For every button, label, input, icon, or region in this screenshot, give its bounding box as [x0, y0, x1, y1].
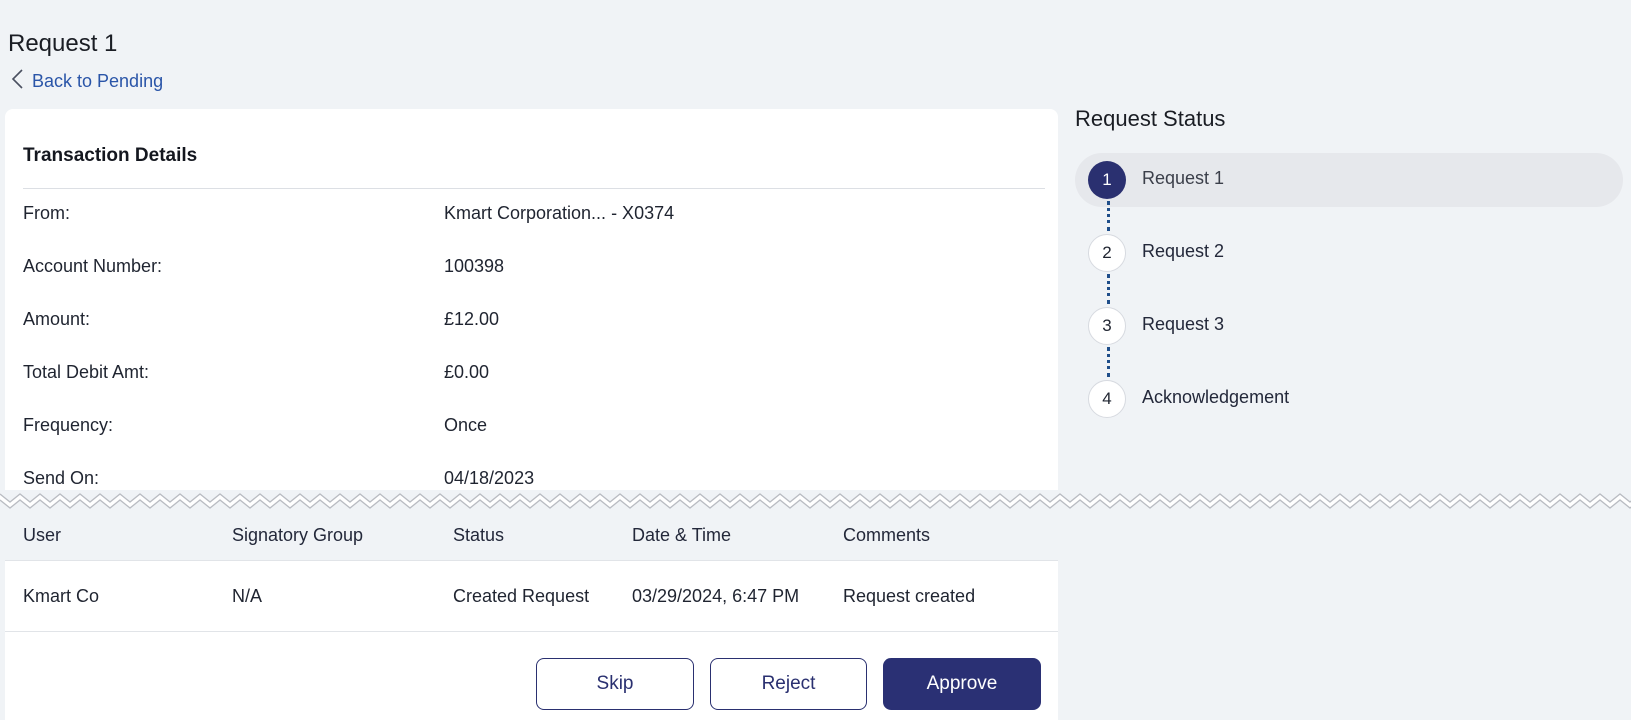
detail-label: Frequency: — [23, 415, 114, 435]
chevron-left-icon — [10, 68, 24, 95]
approve-button[interactable]: Approve — [883, 658, 1041, 710]
status-step-2[interactable]: 2 Request 2 — [1075, 226, 1623, 280]
reject-button[interactable]: Reject — [710, 658, 867, 710]
skip-button[interactable]: Skip — [536, 658, 694, 710]
column-header-comments: Comments — [843, 525, 931, 545]
status-step-1[interactable]: 1 Request 1 — [1075, 153, 1623, 207]
step-number-badge: 3 — [1088, 307, 1126, 345]
detail-label: Amount: — [23, 309, 91, 329]
detail-label: From: — [23, 203, 70, 223]
action-bar: Skip Reject Approve — [5, 632, 1058, 720]
detail-value: Kmart Corporation... - X0374 — [444, 203, 675, 223]
step-label: Request 3 — [1142, 314, 1225, 334]
detail-value: Once — [444, 415, 488, 435]
table-row: Kmart Co N/A Created Request 03/29/2024,… — [5, 561, 1058, 632]
transaction-details-heading: Transaction Details — [23, 145, 198, 166]
divider — [23, 188, 1045, 189]
torn-edge-divider — [0, 490, 1631, 518]
detail-label: Account Number: — [23, 256, 163, 276]
page-title: Request 1 — [8, 30, 118, 57]
detail-label: Total Debit Amt: — [23, 362, 150, 382]
cell-user: Kmart Co — [23, 586, 100, 606]
step-label: Request 2 — [1142, 241, 1225, 261]
detail-value: £0.00 — [444, 362, 490, 382]
detail-label: Send On: — [23, 468, 100, 488]
column-header-user: User — [23, 525, 62, 545]
column-header-date-time: Date & Time — [632, 525, 732, 545]
step-number-badge: 4 — [1088, 380, 1126, 418]
status-step-4[interactable]: 4 Acknowledgement — [1075, 372, 1623, 426]
history-table-header: User Signatory Group Status Date & Time … — [5, 518, 1058, 561]
step-label: Request 1 — [1142, 168, 1225, 188]
cell-date-time: 03/29/2024, 6:47 PM — [632, 586, 800, 606]
column-header-signatory-group: Signatory Group — [232, 525, 364, 545]
request-status-heading: Request Status — [1075, 106, 1226, 131]
back-to-pending-link[interactable]: Back to Pending — [10, 68, 163, 95]
cell-status: Created Request — [453, 586, 590, 606]
detail-value: 100398 — [444, 256, 505, 276]
step-number-badge: 2 — [1088, 234, 1126, 272]
cell-comments: Request created — [843, 586, 976, 606]
request-page: Request 1 Back to Pending Transaction De… — [0, 0, 1631, 720]
detail-value: 04/18/2023 — [444, 468, 535, 488]
back-link-label: Back to Pending — [32, 71, 164, 91]
cell-signatory-group: N/A — [232, 586, 263, 606]
column-header-status: Status — [453, 525, 505, 545]
step-number-badge: 1 — [1088, 161, 1126, 199]
step-label: Acknowledgement — [1142, 387, 1290, 407]
status-step-3[interactable]: 3 Request 3 — [1075, 299, 1623, 353]
detail-value: £12.00 — [444, 309, 500, 329]
